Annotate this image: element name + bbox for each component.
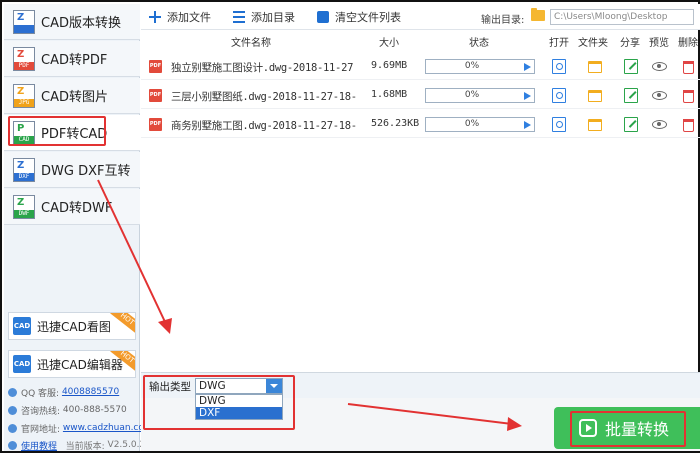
table-row[interactable]: PDF 三层小别墅图纸.dwg-2018-11-27-18- 1.68MB 0% (141, 83, 700, 109)
file-name: 独立别墅施工图设计.dwg-2018-11-27 (171, 62, 354, 74)
clear-list-button[interactable]: 清空文件列表 (317, 9, 401, 25)
toolbar: 添加文件 添加目录 清空文件列表 输出目录: C:\Users\Mloong\D… (141, 4, 700, 30)
open-folder-icon[interactable] (588, 90, 602, 102)
cad-file-icon: Z (13, 9, 35, 34)
share-icon[interactable] (624, 88, 638, 103)
website: 官网地址: www.cadzhuan.com (8, 421, 153, 435)
share-icon[interactable] (624, 117, 638, 132)
col-delete: 删除 (678, 38, 698, 49)
tutorial-version: 使用教程 当前版本: V2.5.0.2 (8, 438, 145, 452)
col-name: 文件名称 (231, 38, 271, 49)
sidebar-item-label: CAD转图片 (41, 90, 108, 105)
pdf-icon: PDF (149, 118, 162, 131)
sidebar-item-label: DWG DXF互转 (41, 164, 131, 179)
qq-support: QQ 客服: 4008885570 (8, 385, 119, 399)
share-icon[interactable] (624, 59, 638, 74)
play-icon[interactable] (524, 121, 531, 129)
list-icon (233, 10, 245, 23)
col-open: 打开 (549, 38, 569, 49)
table-row[interactable]: PDF 商务别墅施工图.dwg-2018-11-27-18- 526.23KB … (141, 112, 700, 138)
dwf-file-icon: Z DWF (13, 194, 35, 219)
cad-viewer-icon: CAD (13, 317, 31, 335)
table-row[interactable]: PDF 独立别墅施工图设计.dwg-2018-11-27 9.69MB 0% (141, 54, 700, 80)
plus-icon (149, 10, 161, 23)
delete-trash-icon[interactable] (683, 119, 694, 132)
add-directory-button[interactable]: 添加目录 (233, 9, 295, 25)
delete-trash-icon[interactable] (683, 61, 694, 74)
col-share: 分享 (620, 38, 640, 49)
preview-eye-icon[interactable] (652, 91, 667, 100)
pdf-icon: PDF (149, 89, 162, 102)
app-window: Z CAD版本转换 Z PDF CAD转PDF Z JPG CAD转图片 P CAD … (0, 0, 700, 453)
sidebar-item-label: CAD转DWF (41, 201, 113, 216)
open-file-icon[interactable] (552, 88, 566, 103)
tutorial-link[interactable]: 使用教程 (21, 439, 57, 452)
delete-trash-icon[interactable] (683, 90, 694, 103)
add-file-button[interactable]: 添加文件 (149, 9, 211, 25)
file-name: 商务别墅施工图.dwg-2018-11-27-18- (171, 120, 357, 132)
highlight-pdf-to-cad (8, 116, 106, 146)
promo-cad-viewer[interactable]: CAD 迅捷CAD看图 HOT (8, 312, 136, 340)
sidebar: Z CAD版本转换 Z PDF CAD转PDF Z JPG CAD转图片 P CAD … (4, 4, 153, 452)
promo-label: 迅捷CAD看图 (37, 319, 111, 334)
col-preview: 预览 (649, 38, 669, 49)
sidebar-item-cad-version[interactable]: Z CAD版本转换 (4, 4, 140, 40)
col-status: 状态 (469, 38, 489, 49)
output-dir-input[interactable]: C:\Users\Mloong\Desktop (550, 9, 694, 25)
open-file-icon[interactable] (552, 59, 566, 74)
folder-icon[interactable] (531, 8, 545, 21)
progress-bar: 0% (425, 117, 535, 132)
output-dir-label: 输出目录: (481, 15, 525, 26)
highlight-output-type (143, 375, 295, 430)
clear-icon (317, 10, 329, 23)
promo-cad-editor[interactable]: CAD 迅捷CAD编辑器 HOT (8, 350, 136, 378)
open-folder-icon[interactable] (588, 61, 602, 73)
preview-eye-icon[interactable] (652, 120, 667, 129)
sidebar-item-cad-to-pdf[interactable]: Z PDF CAD转PDF (4, 41, 140, 77)
file-size: 9.69MB (371, 60, 408, 71)
hotline: 咨询热线: 400-888-5570 (8, 403, 127, 417)
dxf-file-icon: Z DXF (13, 157, 35, 182)
open-file-icon[interactable] (552, 117, 566, 132)
pdf-file-icon: Z PDF (13, 46, 35, 71)
col-size: 大小 (379, 38, 399, 49)
progress-bar: 0% (425, 88, 535, 103)
col-folder: 文件夹 (578, 38, 608, 49)
qq-icon (8, 387, 17, 397)
globe-icon (8, 423, 17, 433)
progress-bar: 0% (425, 59, 535, 74)
sidebar-item-label: CAD版本转换 (41, 16, 121, 31)
sidebar-item-label: CAD转PDF (41, 53, 108, 68)
open-folder-icon[interactable] (588, 119, 602, 131)
image-file-icon: Z JPG (13, 83, 35, 108)
website-link[interactable]: www.cadzhuan.com (63, 423, 153, 433)
phone-icon (8, 405, 17, 415)
qq-link[interactable]: 4008885570 (62, 387, 119, 397)
sidebar-item-cad-to-image[interactable]: Z JPG CAD转图片 (4, 78, 140, 114)
highlight-convert (570, 411, 686, 447)
pdf-icon: PDF (149, 60, 162, 73)
hot-badge: HOT (110, 313, 135, 335)
sidebar-item-cad-to-dwf[interactable]: Z DWF CAD转DWF (4, 189, 140, 225)
promo-label: 迅捷CAD编辑器 (37, 357, 123, 372)
cad-editor-icon: CAD (13, 355, 31, 373)
file-size: 526.23KB (371, 118, 420, 129)
file-name: 三层小别墅图纸.dwg-2018-11-27-18- (171, 91, 357, 103)
play-icon[interactable] (524, 92, 531, 100)
play-icon[interactable] (524, 63, 531, 71)
preview-eye-icon[interactable] (652, 62, 667, 71)
file-size: 1.68MB (371, 89, 408, 100)
help-icon (8, 440, 17, 450)
table-header: 文件名称 大小 状态 打开 文件夹 分享 预览 删除 (141, 31, 700, 51)
sidebar-item-dwg-dxf[interactable]: Z DXF DWG DXF互转 (4, 152, 140, 188)
